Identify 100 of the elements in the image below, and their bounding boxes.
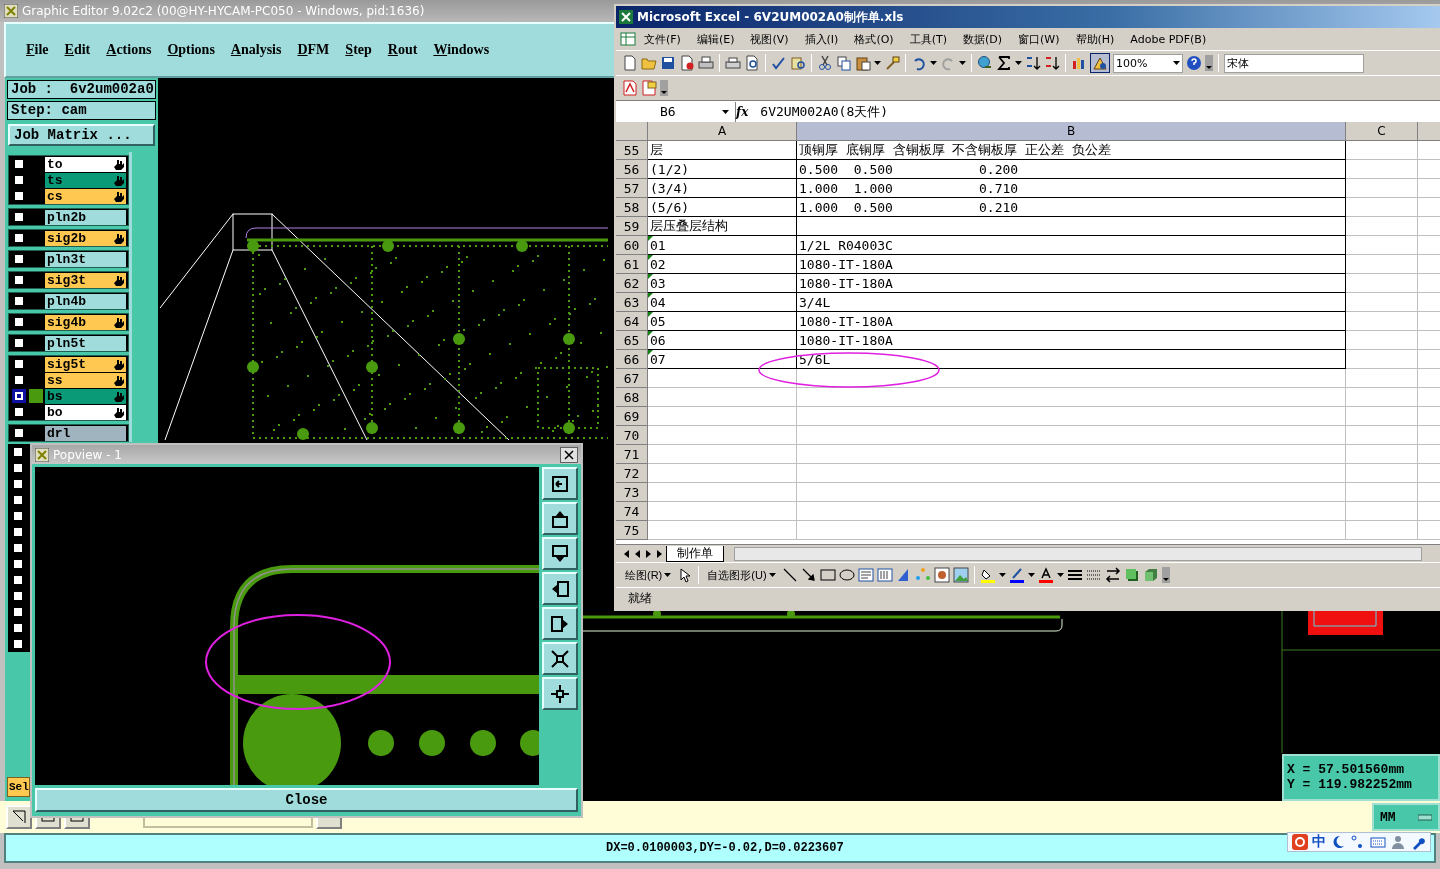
row-header[interactable]: 56 xyxy=(616,160,648,179)
caret-icon[interactable] xyxy=(664,571,672,579)
menu-item[interactable]: Options xyxy=(159,42,223,58)
menu-item[interactable]: DFM xyxy=(289,42,338,58)
research-icon[interactable] xyxy=(790,55,806,71)
layer-checkbox[interactable] xyxy=(12,405,26,419)
resize-tool-button[interactable] xyxy=(6,805,32,829)
arrow-style-icon[interactable] xyxy=(1104,567,1121,583)
line-color-icon[interactable] xyxy=(1008,567,1025,583)
menu-item[interactable]: Windows xyxy=(425,42,498,58)
autoshapes-menu[interactable]: 自选图形(U) xyxy=(704,565,779,585)
close-button[interactable]: Close xyxy=(35,788,578,812)
menu-item[interactable]: 数据(D) xyxy=(954,31,1011,47)
view-tool-button[interactable] xyxy=(542,467,578,501)
sheet-first-icon[interactable] xyxy=(622,548,631,559)
layer-name[interactable]: sig5t xyxy=(45,356,126,372)
sigma-icon[interactable] xyxy=(996,55,1012,71)
font-color-icon[interactable] xyxy=(1037,567,1054,583)
sheet-next-icon[interactable] xyxy=(644,548,653,559)
column-header[interactable]: C xyxy=(1346,122,1418,141)
layer-checkbox[interactable] xyxy=(11,477,25,491)
bar-chart-icon[interactable] xyxy=(1071,55,1087,71)
print-icon[interactable] xyxy=(725,55,741,71)
layer-checkbox[interactable] xyxy=(12,173,26,187)
caret-icon[interactable] xyxy=(959,59,966,67)
pdf-icon[interactable] xyxy=(622,80,638,96)
sheet-last-icon[interactable] xyxy=(655,548,664,559)
layer-name[interactable]: pln5t xyxy=(45,335,126,351)
layer-name[interactable]: sig2b xyxy=(45,230,126,246)
layer-name[interactable]: sig4b xyxy=(45,314,126,330)
layer-checkbox[interactable] xyxy=(12,231,26,245)
layer-checkbox[interactable] xyxy=(11,621,25,635)
sort-ascending-icon[interactable] xyxy=(1025,55,1041,71)
person-icon[interactable] xyxy=(1390,834,1406,850)
layer-checkbox[interactable] xyxy=(12,273,26,287)
caret-icon[interactable] xyxy=(722,107,729,116)
menu-item[interactable]: Edit xyxy=(56,42,99,58)
row-header[interactable]: 61 xyxy=(616,255,648,274)
caret-icon[interactable] xyxy=(1173,59,1180,67)
printer-icon[interactable] xyxy=(698,55,714,71)
document-lock-icon[interactable] xyxy=(679,55,695,71)
zoom-dropdown[interactable]: 100% xyxy=(1113,53,1183,73)
row-header[interactable]: 69 xyxy=(616,407,648,426)
menu-item[interactable]: 编辑(E) xyxy=(688,31,743,47)
layer-name[interactable]: bo xyxy=(45,404,126,420)
rectangle-icon[interactable] xyxy=(819,567,836,583)
layer-checkbox[interactable] xyxy=(12,210,26,224)
print-preview-icon[interactable] xyxy=(744,55,760,71)
layer-checkbox[interactable] xyxy=(11,589,25,603)
layer-checkbox[interactable] xyxy=(12,157,26,171)
layer-name[interactable]: pln3t xyxy=(45,251,126,267)
row-header[interactable]: 74 xyxy=(616,502,648,521)
caret-icon[interactable] xyxy=(768,571,776,579)
column-header[interactable]: B xyxy=(797,122,1346,141)
row-header[interactable]: 71 xyxy=(616,445,648,464)
paste-icon[interactable] xyxy=(855,55,871,71)
ime-logo-icon[interactable] xyxy=(1292,834,1308,850)
help-icon[interactable] xyxy=(1186,55,1202,71)
clip-art-icon[interactable] xyxy=(933,567,950,583)
menu-item[interactable]: 帮助(H) xyxy=(1067,31,1123,47)
row-header[interactable]: 72 xyxy=(616,464,648,483)
row-header[interactable]: 55 xyxy=(616,141,648,160)
menu-item[interactable]: 窗口(W) xyxy=(1010,31,1068,47)
row-header[interactable]: 64 xyxy=(616,312,648,331)
row-header[interactable]: 57 xyxy=(616,179,648,198)
horizontal-scrollbar[interactable] xyxy=(734,546,1422,561)
drawing-icon[interactable] xyxy=(1092,55,1108,71)
row-header[interactable]: 66 xyxy=(616,350,648,369)
menu-item[interactable]: 插入(I) xyxy=(796,31,847,47)
line-icon[interactable] xyxy=(781,567,798,583)
view-tool-button[interactable] xyxy=(542,572,578,606)
caret-icon[interactable] xyxy=(874,59,881,67)
menu-item[interactable]: 工具(T) xyxy=(901,31,955,47)
cut-icon[interactable] xyxy=(817,55,833,71)
layer-name[interactable]: ts xyxy=(45,172,126,188)
row-header[interactable]: 63 xyxy=(616,293,648,312)
shadow-icon[interactable] xyxy=(1123,567,1140,583)
view-tool-button[interactable] xyxy=(542,607,578,641)
menu-item[interactable]: Step xyxy=(337,42,380,58)
layer-checkbox[interactable] xyxy=(11,493,25,507)
layer-name[interactable]: pln4b xyxy=(45,293,126,309)
toolbar-options-icon[interactable] xyxy=(1161,567,1170,583)
layer-checkbox[interactable] xyxy=(12,426,26,440)
font-dropdown[interactable]: 宋体 xyxy=(1224,53,1364,73)
layer-checkbox[interactable] xyxy=(12,389,26,403)
row-header[interactable]: 75 xyxy=(616,521,648,540)
toolbar-options-icon[interactable] xyxy=(1205,55,1213,71)
row-header[interactable]: 65 xyxy=(616,331,648,350)
layer-checkbox[interactable] xyxy=(12,336,26,350)
format-painter-icon[interactable] xyxy=(884,55,900,71)
layer-checkbox[interactable] xyxy=(11,509,25,523)
layer-name[interactable]: to xyxy=(45,156,126,172)
arrow-icon[interactable] xyxy=(800,567,817,583)
sheet-prev-icon[interactable] xyxy=(633,548,642,559)
save-icon[interactable] xyxy=(660,55,676,71)
draw-menu[interactable]: 绘图(R) xyxy=(622,565,675,585)
caret-icon[interactable] xyxy=(998,571,1006,579)
caret-icon[interactable] xyxy=(1027,571,1035,579)
layer-name[interactable]: ss xyxy=(45,372,126,388)
toolbar-options-icon[interactable] xyxy=(660,80,668,96)
